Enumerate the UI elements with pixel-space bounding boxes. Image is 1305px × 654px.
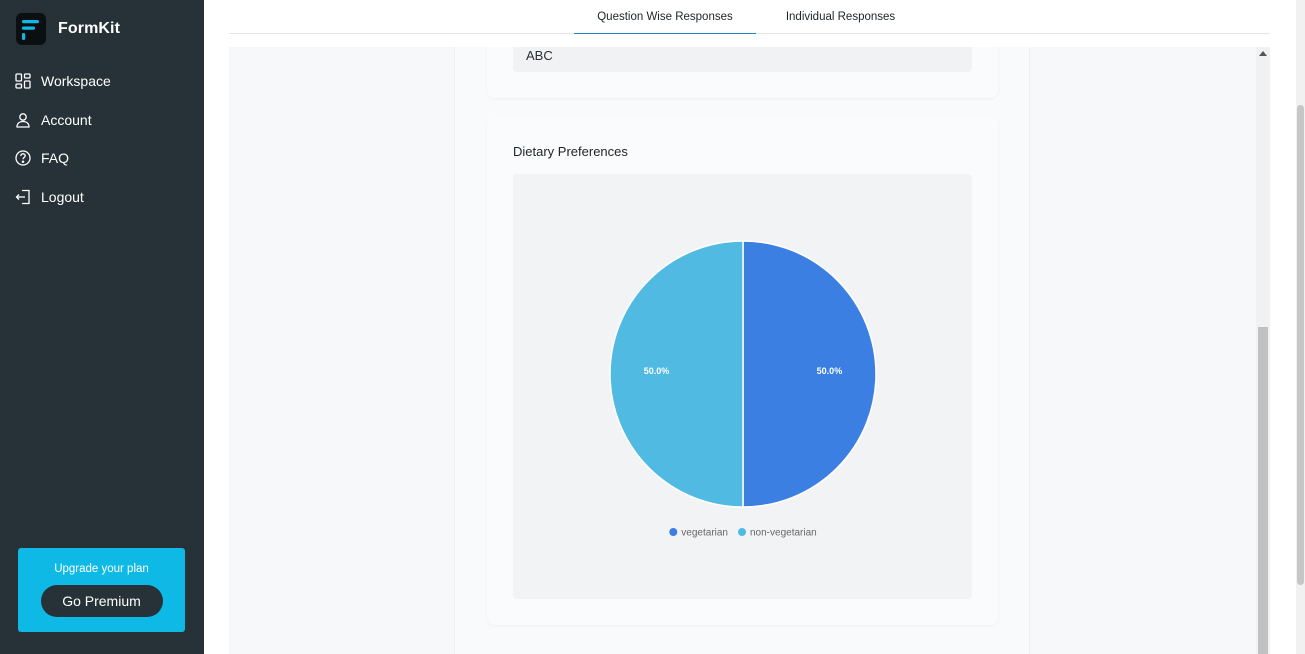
sidebar: FormKit Workspace Account FAQ Logout Upg… — [0, 0, 204, 654]
sidebar-item-label: Logout — [41, 188, 84, 205]
upgrade-text: Upgrade your plan — [54, 563, 149, 575]
page-scrollbar[interactable] — [1296, 0, 1305, 654]
brand[interactable]: FormKit — [16, 13, 120, 45]
sidebar-item-account[interactable]: Account — [14, 101, 111, 140]
sidebar-nav: Workspace Account FAQ Logout — [14, 62, 111, 216]
sidebar-item-label: Account — [41, 111, 92, 128]
help-circle-icon — [15, 150, 31, 166]
response-tabs: Question Wise Responses Individual Respo… — [229, 0, 1270, 34]
upgrade-card: Upgrade your plan Go Premium — [18, 548, 185, 632]
sidebar-item-label: Workspace — [41, 73, 111, 90]
legend-label[interactable]: vegetarian — [681, 528, 728, 539]
brand-name: FormKit — [58, 20, 121, 37]
chart-legend: vegetarian non-vegetarian — [669, 528, 817, 539]
pie-slice-label: 50.0% — [817, 366, 843, 376]
logout-icon — [15, 189, 30, 204]
question-title: Dietary Preferences — [513, 144, 628, 159]
content-scrollbar[interactable] — [1256, 47, 1270, 654]
pie-slice-non-vegetarian[interactable] — [609, 240, 744, 508]
scrollbar-thumb[interactable] — [1258, 327, 1268, 654]
go-premium-button[interactable]: Go Premium — [40, 585, 163, 617]
pie-slice-label: 50.0% — [644, 366, 670, 376]
tab-individual-responses[interactable]: Individual Responses — [774, 0, 907, 34]
sidebar-item-faq[interactable]: FAQ — [14, 139, 111, 178]
pie-chart-area: 50.0% 50.0% vegetarian non-vegetarian — [513, 174, 972, 599]
tab-question-wise-responses[interactable]: Question Wise Responses — [574, 0, 756, 34]
legend-marker[interactable] — [669, 528, 678, 536]
pie-chart: 50.0% 50.0% vegetarian non-vegetarian — [609, 240, 877, 539]
legend-marker[interactable] — [737, 528, 746, 536]
sidebar-item-workspace[interactable]: Workspace — [14, 62, 111, 101]
formkit-logo-icon — [16, 13, 46, 45]
legend-label[interactable]: non-vegetarian — [750, 528, 817, 539]
scrollbar-thumb[interactable] — [1297, 105, 1304, 585]
scroll-up-arrow-icon[interactable] — [1259, 51, 1267, 56]
user-icon — [16, 112, 30, 128]
tabs-spacer — [229, 34, 1270, 47]
grid-icon — [15, 73, 31, 89]
sidebar-item-logout[interactable]: Logout — [14, 178, 111, 217]
pie-slice-vegetarian[interactable] — [742, 240, 877, 508]
sidebar-item-label: FAQ — [41, 150, 70, 167]
